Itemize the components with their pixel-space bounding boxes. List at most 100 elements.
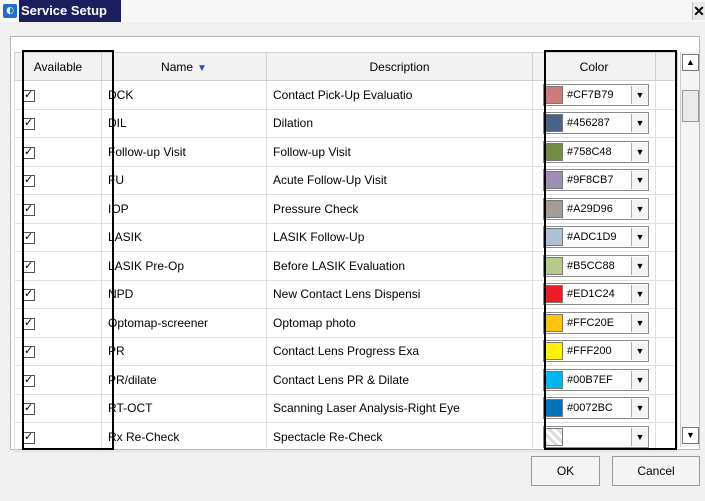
color-hex: #FFF200	[567, 345, 612, 358]
table-row[interactable]: PRContact Lens Progress Exa #FFF200 ▼	[14, 336, 678, 366]
table-row[interactable]: Rx Re-CheckSpectacle Re-Check ▼	[14, 422, 678, 452]
chevron-down-icon[interactable]: ▼	[631, 399, 648, 418]
name-cell: Optomap-screener	[101, 308, 267, 338]
table-row[interactable]: DILDilation #456287 ▼	[14, 108, 678, 138]
available-checkbox[interactable]	[23, 430, 35, 444]
color-cell: #ED1C24 ▼	[532, 279, 656, 309]
chevron-down-icon[interactable]: ▼	[631, 199, 648, 218]
table-row[interactable]: PR/dilate Contact Lens PR & Dilate #00B7E…	[14, 365, 678, 395]
color-picker[interactable]: ▼	[543, 425, 649, 448]
filler-cell	[655, 165, 678, 195]
table-row[interactable]: LASIK Pre-OpBefore LASIK Evaluation #B5CC…	[14, 251, 678, 281]
color-cell: #FFF200 ▼	[532, 336, 656, 366]
available-cell	[14, 336, 102, 366]
color-cell: #FFC20E ▼	[532, 308, 656, 338]
color-picker[interactable]: #ED1C24 ▼	[543, 283, 649, 306]
chevron-down-icon[interactable]: ▼	[631, 313, 648, 332]
description-cell: LASIK Follow-Up	[266, 222, 533, 252]
color-swatch	[545, 342, 563, 361]
chevron-down-icon[interactable]: ▼	[631, 285, 648, 304]
table-row[interactable]: Optomap-screenerOptomap photo #FFC20E ▼	[14, 308, 678, 338]
filler-cell	[655, 80, 678, 110]
color-picker[interactable]: #ADC1D9 ▼	[543, 226, 649, 249]
available-checkbox[interactable]	[23, 259, 35, 273]
available-checkbox[interactable]	[23, 344, 35, 359]
chevron-down-icon[interactable]: ▼	[631, 342, 648, 361]
color-picker[interactable]: #456287 ▼	[543, 112, 649, 135]
sort-descending-icon: ▼	[197, 62, 207, 74]
chevron-down-icon[interactable]: ▼	[631, 142, 648, 161]
column-header-name[interactable]: Name ▼	[101, 52, 267, 81]
table-row[interactable]: IOPPressure Check #A29D96 ▼	[14, 194, 678, 224]
available-checkbox[interactable]	[23, 373, 35, 387]
column-header-color[interactable]: Color	[532, 52, 656, 81]
column-header-description[interactable]: Description	[266, 52, 533, 81]
description-cell: Follow-up Visit	[266, 137, 533, 167]
scroll-up-icon[interactable]: ▲	[682, 54, 699, 71]
name-cell: PR/dilate	[101, 365, 267, 395]
color-picker[interactable]: #0072BC ▼	[543, 397, 649, 420]
available-checkbox[interactable]	[23, 316, 35, 330]
table-row[interactable]: NPDNew Contact Lens Dispensi #ED1C24 ▼	[14, 279, 678, 309]
color-picker[interactable]: #FFF200 ▼	[543, 340, 649, 363]
name-cell: RT-OCT	[101, 393, 267, 423]
chevron-down-icon[interactable]: ▼	[631, 256, 648, 275]
table-row[interactable]: FUAcute Follow-Up Visit #9F8CB7 ▼	[14, 165, 678, 195]
scroll-thumb[interactable]	[682, 90, 699, 122]
filler-cell	[655, 422, 678, 452]
color-picker[interactable]: #758C48 ▼	[543, 140, 649, 163]
chevron-down-icon[interactable]: ▼	[631, 427, 648, 446]
color-picker[interactable]: #9F8CB7 ▼	[543, 169, 649, 192]
column-header-available[interactable]: Available	[14, 52, 102, 81]
available-checkbox[interactable]	[23, 88, 35, 102]
color-hex: #456287	[567, 117, 610, 130]
name-cell: FU	[101, 165, 267, 195]
description-cell: Scanning Laser Analysis-Right Eye	[266, 393, 533, 423]
color-picker[interactable]: #CF7B79 ▼	[543, 83, 649, 106]
available-checkbox[interactable]	[23, 116, 35, 131]
color-cell: #B5CC88 ▼	[532, 251, 656, 281]
color-picker[interactable]: #00B7EF ▼	[543, 368, 649, 391]
available-checkbox[interactable]	[23, 230, 35, 245]
available-checkbox[interactable]	[23, 202, 35, 216]
close-icon[interactable]: ✕	[692, 2, 705, 20]
ok-button[interactable]: OK	[531, 456, 600, 486]
available-checkbox[interactable]	[23, 173, 35, 188]
color-hex: #ED1C24	[567, 288, 615, 301]
table-row[interactable]: Follow-up VisitFollow-up Visit #758C48 ▼	[14, 137, 678, 167]
color-picker[interactable]: #B5CC88 ▼	[543, 254, 649, 277]
color-swatch	[545, 228, 563, 247]
description-cell: Spectacle Re-Check	[266, 422, 533, 452]
scroll-down-icon[interactable]: ▼	[682, 427, 699, 444]
available-checkbox[interactable]	[23, 401, 35, 416]
color-hex: #00B7EF	[567, 373, 613, 386]
chevron-down-icon[interactable]: ▼	[631, 171, 648, 190]
filler-cell	[655, 251, 678, 281]
chevron-down-icon[interactable]: ▼	[631, 370, 648, 389]
color-swatch	[545, 427, 563, 446]
vertical-scrollbar[interactable]: ▲ ▼	[680, 52, 699, 447]
available-cell	[14, 279, 102, 309]
description-cell: Before LASIK Evaluation	[266, 251, 533, 281]
color-hex: #ADC1D9	[567, 231, 617, 244]
filler-cell	[655, 308, 678, 338]
color-picker[interactable]: #FFC20E ▼	[543, 311, 649, 334]
available-checkbox[interactable]	[23, 287, 35, 302]
color-swatch	[545, 114, 563, 133]
service-grid: Available Name▼ Description Color DCKCon…	[14, 52, 678, 452]
color-cell: #758C48 ▼	[532, 137, 656, 167]
filler-cell	[655, 108, 678, 138]
table-row[interactable]: RT-OCTScanning Laser Analysis-Right Eye #…	[14, 393, 678, 423]
chevron-down-icon[interactable]: ▼	[631, 114, 648, 133]
color-hex: #9F8CB7	[567, 174, 614, 187]
chevron-down-icon[interactable]: ▼	[631, 85, 648, 104]
table-row[interactable]: DCKContact Pick-Up Evaluatio #CF7B79 ▼	[14, 80, 678, 110]
cancel-button[interactable]: Cancel	[612, 456, 700, 486]
color-picker[interactable]: #A29D96 ▼	[543, 197, 649, 220]
table-row[interactable]: LASIKLASIK Follow-Up #ADC1D9 ▼	[14, 222, 678, 252]
available-checkbox[interactable]	[23, 145, 35, 159]
chevron-down-icon[interactable]: ▼	[631, 228, 648, 247]
description-cell: Dilation	[266, 108, 533, 138]
available-cell	[14, 365, 102, 395]
name-cell: DCK	[101, 80, 267, 110]
